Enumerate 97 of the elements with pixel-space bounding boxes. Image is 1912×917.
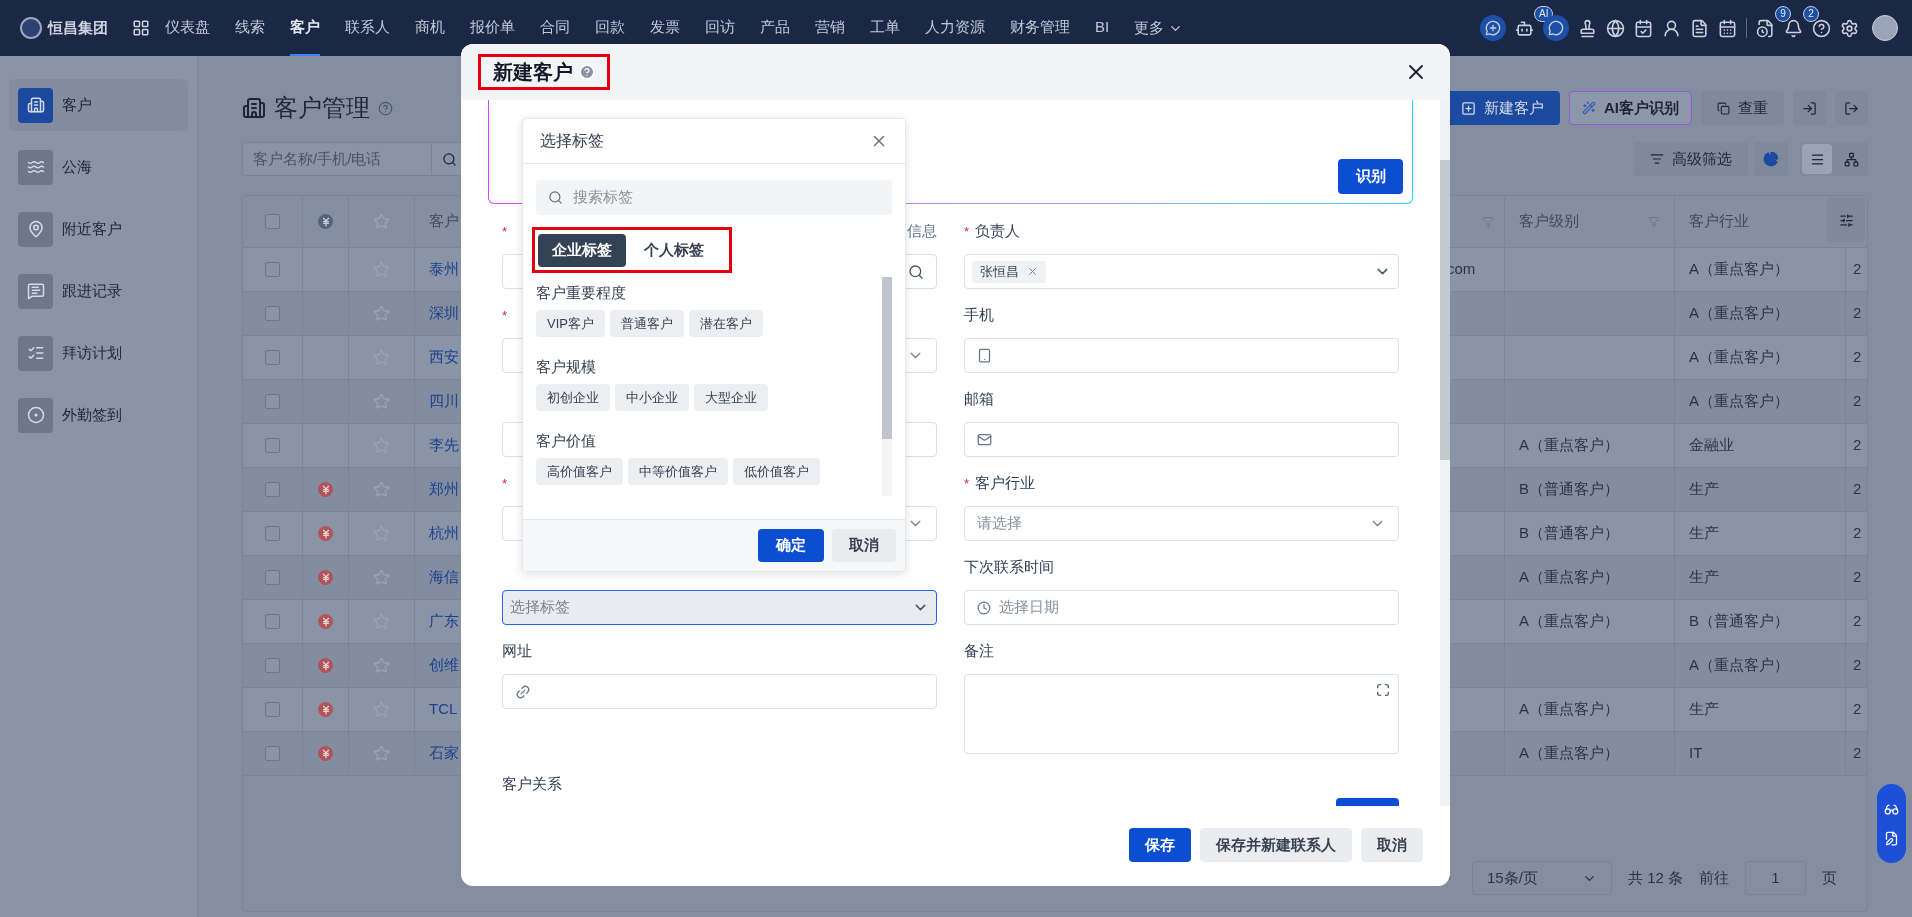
popover-title: 选择标签 [540,131,604,151]
section-label: 客户关系 [502,774,562,794]
table-cell-text: A（重点客户） [1519,435,1619,456]
confirm-button[interactable]: 确定 [758,529,824,562]
sidebar-item[interactable]: 跟进记录 [9,265,188,317]
table-cell-text: B（普通客户） [1519,523,1619,544]
group-title: 客户规模 [536,357,596,377]
dialog-title: 新建客户 [493,60,573,85]
table-cell-text: 生产 [1689,699,1719,720]
table-cell-text: A（重点客户） [1689,655,1789,676]
page-input[interactable]: 1 [1745,861,1806,895]
field-label: 手机 [964,305,994,326]
table-cell-text: A（重点客户） [1689,347,1789,368]
count-badge: AI [1534,5,1554,22]
required-mark: * [502,225,508,238]
table-cell: 2 [1853,260,1862,278]
table-cell: 2 [1853,348,1862,366]
count-badge: 2 [1803,5,1819,22]
tag-tab[interactable]: 个人标签 [630,233,718,267]
required-mark: * [502,477,508,490]
sidebar-item[interactable]: 附近客户 [9,203,188,255]
group-title: 客户价值 [536,431,596,451]
nav-tab[interactable]: 线索 [235,0,265,56]
table-cell-text: A（重点客户） [1689,303,1789,324]
table-cell-text: A（重点客户） [1519,567,1619,588]
field-label: 下次联系时间 [964,557,1054,578]
table-cell-text: 金融业 [1689,435,1734,456]
tag-chip[interactable]: 高价值客户 [536,458,623,485]
tag-chip[interactable]: 初创企业 [536,384,610,411]
tag-chip[interactable]: 张恒昌 [972,260,1046,283]
required-mark: * [964,477,970,490]
table-cell-text: A（重点客户） [1519,743,1619,764]
table-cell-text: 生产 [1689,479,1719,500]
table-cell: 2 [1853,304,1862,322]
tag-chip[interactable]: 中小企业 [615,384,689,411]
tag-chip[interactable]: 大型企业 [694,384,768,411]
tag-tab[interactable]: 企业标签 [538,233,626,267]
tag-chip[interactable]: 潜在客户 [688,310,763,337]
sidebar-item[interactable]: 公海 [9,141,188,193]
nav-tab[interactable]: 客户 [290,0,320,56]
save-button[interactable]: 保存 [1129,828,1191,862]
recognize-button[interactable]: 识别 [1338,159,1403,194]
table-cell-text: A（重点客户） [1689,391,1789,412]
field-label: 邮箱 [964,389,994,410]
count-badge: 9 [1775,5,1791,22]
sidebar-item[interactable]: 外勤签到 [9,389,188,441]
dedupe-button[interactable]: 查重 [1701,91,1784,125]
sidebar-item[interactable]: 客户 [9,79,188,131]
sidebar-item[interactable]: 拜访计划 [9,327,188,379]
field-label: 网址 [502,641,532,662]
table-cell: 2 [1853,700,1862,718]
field-label: 备注 [964,641,994,662]
nav-tab[interactable]: 联系人 [345,0,390,56]
field-link[interactable]: 信息 [907,220,937,243]
table-cell-text: A（重点客户） [1689,259,1789,280]
table-cell: 2 [1853,436,1862,454]
required-mark: * [502,309,508,322]
table-cell-text: IT [1689,743,1703,764]
field-label: 负责人 [975,221,1021,242]
nav-tab[interactable]: 仪表盘 [165,0,210,56]
secondary-button[interactable]: 取消 [1361,828,1423,862]
tag-chip[interactable]: 中等价值客户 [628,458,728,485]
table-cell: 2 [1853,612,1862,630]
table-cell-text: A（重点客户） [1519,699,1619,720]
table-cell: 2 [1853,656,1862,674]
table-cell-text: 生产 [1689,523,1719,544]
advanced-filter-button[interactable]: 高级筛选 [1634,142,1748,176]
table-cell: 2 [1853,568,1862,586]
cancel-button[interactable]: 取消 [832,529,896,562]
table-cell: 2 [1853,744,1862,762]
required-mark: * [964,225,970,238]
select-field[interactable]: 张恒昌 [964,254,1399,289]
table-cell-text: B（普通客户） [1689,611,1789,632]
column-header: 客户级别 [1519,211,1579,232]
table-cell: 2 [1853,480,1862,498]
page-title: 客户管理 [274,93,370,123]
column-header: 客户行业 [1689,211,1749,232]
table-cell-text: B（普通客户） [1519,479,1619,500]
column-header: 客户 [429,212,459,230]
nav-tab[interactable]: 商机 [415,0,445,56]
secondary-button[interactable]: 保存并新建联系人 [1200,828,1352,862]
tag-chip[interactable]: 低价值客户 [733,458,820,485]
ai-recognize-button[interactable]: AI客户识别 [1569,91,1692,125]
logo-text: 恒昌集团 [48,17,108,38]
table-cell: 2 [1853,392,1862,410]
total-count: 共 12 条 [1627,867,1683,888]
table-cell-text: A（重点客户） [1519,611,1619,632]
goto-label: 前往 [1699,867,1729,888]
group-title: 客户重要程度 [536,283,626,303]
page-unit: 页 [1822,867,1837,888]
page-size-select[interactable]: 15条/页 [1471,861,1612,895]
table-cell: 2 [1853,524,1862,542]
tag-chip[interactable]: 普通客户 [609,310,684,337]
table-cell-text: 生产 [1689,567,1719,588]
tag-chip[interactable]: VIP客户 [536,310,605,337]
field-label: 客户行业 [975,473,1036,494]
more-menu[interactable]: 更多 [1134,16,1184,40]
